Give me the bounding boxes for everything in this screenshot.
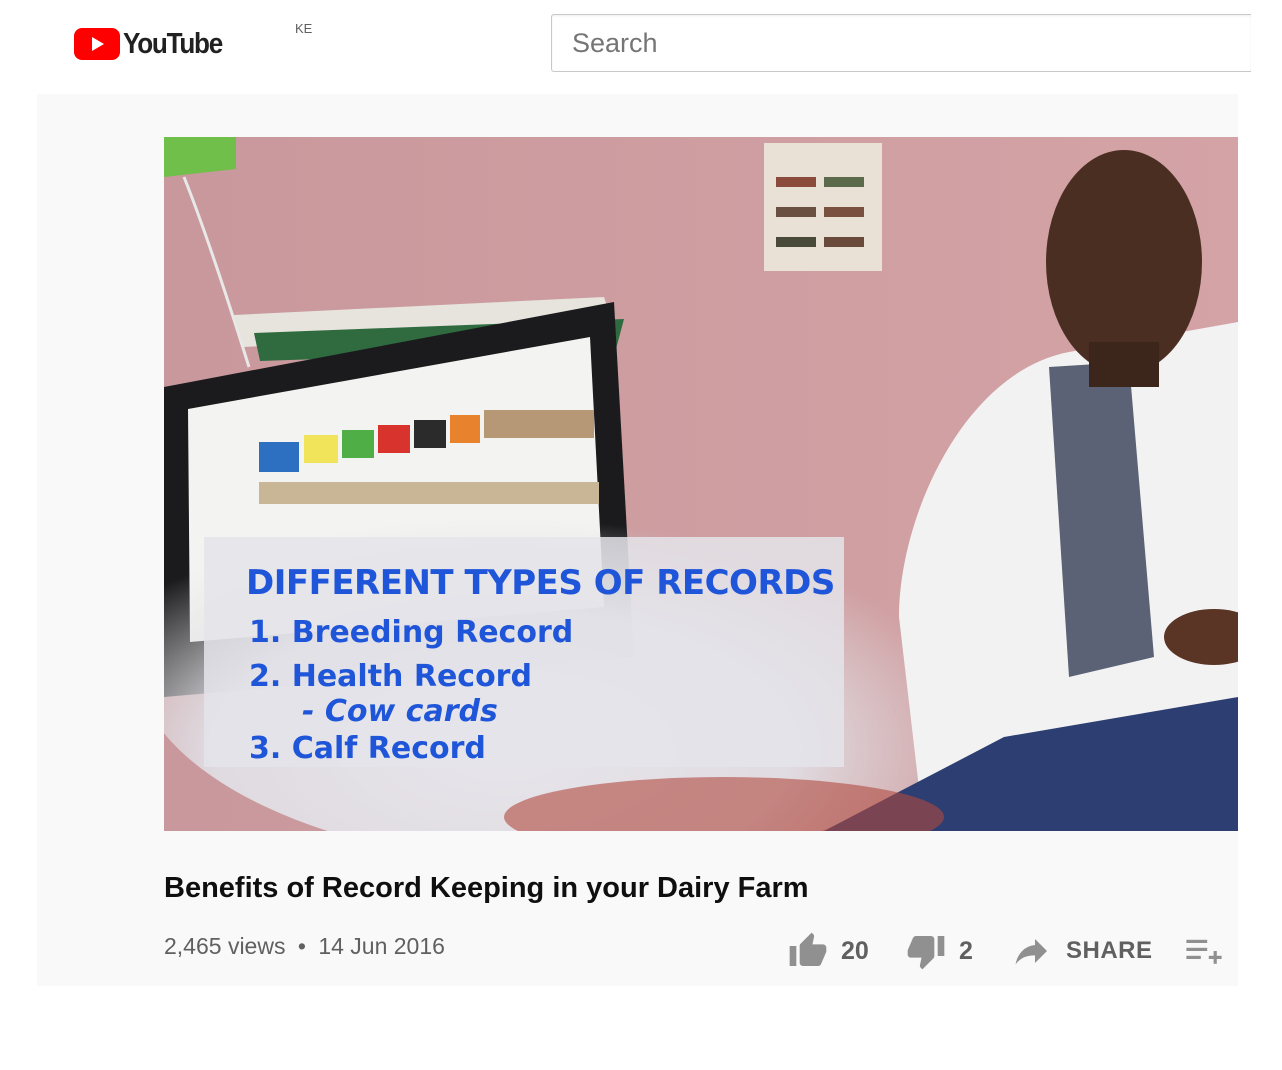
thumbs-down-icon: [907, 936, 945, 970]
save-to-playlist-button[interactable]: [1184, 925, 1224, 977]
add-to-playlist-icon: [1186, 939, 1222, 964]
search-input[interactable]: [552, 15, 1251, 71]
overlay-item-2-sub: - Cow cards: [302, 694, 498, 729]
share-label: SHARE: [1066, 937, 1153, 964]
dislike-count: 2: [959, 936, 973, 965]
search-box[interactable]: [551, 14, 1251, 72]
country-code: KE: [295, 21, 313, 36]
view-count: 2,465 views: [164, 933, 286, 959]
youtube-logo[interactable]: YouTube KE: [74, 21, 312, 64]
overlay-heading: DIFFERENT TYPES OF RECORDS: [246, 563, 835, 603]
masthead: YouTube KE: [0, 0, 1282, 94]
overlay-item-2: 2. Health Record: [249, 659, 532, 694]
thumbs-up-icon: [789, 932, 827, 966]
like-count: 20: [841, 936, 869, 965]
like-button[interactable]: 20: [787, 925, 869, 977]
share-button[interactable]: SHARE: [1012, 925, 1153, 977]
publish-date: 14 Jun 2016: [318, 933, 445, 959]
meta-separator: •: [297, 933, 306, 959]
video-player[interactable]: DIFFERENT TYPES OF RECORDS 1. Breeding R…: [164, 137, 1238, 831]
youtube-play-icon: [74, 28, 120, 60]
dislike-button[interactable]: 2: [905, 925, 973, 977]
share-arrow-icon: [1015, 939, 1047, 965]
video-title: Benefits of Record Keeping in your Dairy…: [164, 872, 809, 904]
overlay-item-3: 3. Calf Record: [249, 731, 486, 766]
logo-wordmark: YouTube: [123, 27, 223, 60]
overlay-item-1: 1. Breeding Record: [249, 615, 574, 650]
video-meta: 2,465 views • 14 Jun 2016: [164, 933, 445, 960]
